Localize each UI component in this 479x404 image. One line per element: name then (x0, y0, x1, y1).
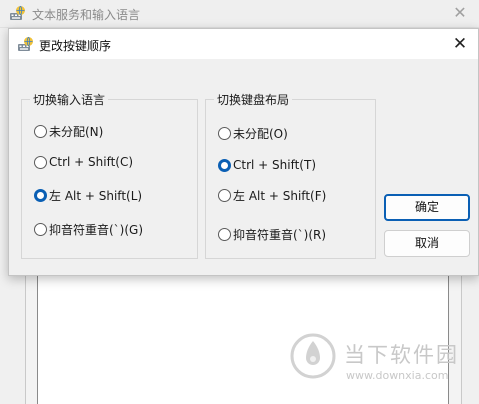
radio-keyboard-layout-left-alt-shift[interactable]: 左 Alt + Shift(F) (218, 185, 326, 205)
radio-label: 左 Alt + Shift(F) (233, 188, 327, 203)
radio-keyboard-layout-grave-accent[interactable]: 抑音符重音(`)(R) (218, 224, 326, 244)
radio-label: 抑音符重音(`)(G) (49, 222, 144, 237)
background-close-button[interactable]: ✕ (449, 2, 471, 24)
group-label-keyboard-layout: 切换键盘布局 (214, 91, 293, 108)
background-window-titlebar: 文本服务和输入语言 ✕ (0, 0, 479, 28)
radio-label: 左 Alt + Shift(L) (49, 188, 143, 203)
radio-input-language-left-alt-shift[interactable]: 左 Alt + Shift(L) (34, 185, 142, 205)
radio-circle[interactable] (34, 222, 47, 236)
downxia-logo-icon (290, 333, 336, 379)
radio-input-language-unassigned[interactable]: 未分配(N) (34, 121, 103, 141)
keyboard-globe-icon (9, 5, 26, 22)
radio-label: Ctrl + Shift(T) (233, 158, 317, 172)
radio-input-language-ctrl-shift[interactable]: Ctrl + Shift(C) (34, 152, 133, 172)
radio-circle[interactable] (218, 126, 231, 140)
keyboard-globe-icon (17, 36, 34, 53)
radio-circle-selected[interactable] (34, 188, 47, 202)
dialog-titlebar: 更改按键顺序 ✕ (9, 29, 478, 59)
change-key-sequence-dialog: 更改按键顺序 ✕ 切换输入语言 未分配(N) Ctrl + Shift(C) 左… (8, 28, 479, 276)
dialog-title: 更改按键顺序 (39, 39, 112, 53)
switch-input-language-group: 切换输入语言 未分配(N) Ctrl + Shift(C) 左 Alt + Sh… (21, 91, 198, 259)
cancel-button[interactable]: 取消 (384, 230, 470, 257)
radio-circle-selected[interactable] (218, 158, 231, 172)
ok-button[interactable]: 确定 (384, 194, 470, 221)
radio-circle[interactable] (34, 155, 47, 169)
radio-circle[interactable] (218, 188, 231, 202)
radio-input-language-grave-accent[interactable]: 抑音符重音(`)(G) (34, 219, 143, 239)
watermark-site-url: www.downxia.com (346, 369, 449, 382)
radio-keyboard-layout-unassigned[interactable]: 未分配(O) (218, 123, 288, 143)
radio-label: 抑音符重音(`)(R) (233, 227, 327, 242)
radio-label: 未分配(N) (49, 124, 104, 139)
watermark-site-name: 当下软件园 (344, 343, 459, 367)
radio-keyboard-layout-ctrl-shift[interactable]: Ctrl + Shift(T) (218, 155, 316, 175)
radio-label: 未分配(O) (233, 126, 288, 141)
background-window-title: 文本服务和输入语言 (32, 8, 141, 22)
group-label-input-language: 切换输入语言 (30, 91, 109, 108)
radio-label: Ctrl + Shift(C) (49, 155, 134, 169)
dialog-close-button[interactable]: ✕ (448, 32, 472, 56)
radio-circle[interactable] (34, 124, 47, 138)
switch-keyboard-layout-group: 切换键盘布局 未分配(O) Ctrl + Shift(T) 左 Alt + Sh… (205, 91, 376, 259)
radio-circle[interactable] (218, 227, 231, 241)
